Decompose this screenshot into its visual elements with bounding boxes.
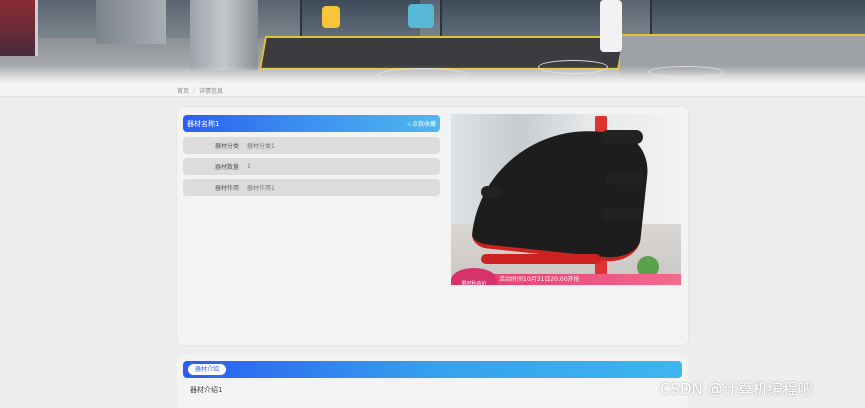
info-label: 器材作用 — [214, 185, 239, 192]
intro-card: 器材介绍 器材介绍1 — [177, 355, 688, 408]
banner-person — [408, 4, 434, 28]
favorite-label: 点我收藏 — [411, 121, 436, 128]
breadcrumb-bar: 首页 / 详情信息 — [0, 83, 865, 97]
equipment-photo: 活动时间10月31日20:00开抢 限时秒杀价 — [451, 114, 681, 285]
banner-person — [322, 6, 340, 28]
bench-foam-pad — [605, 172, 645, 185]
banner-window — [440, 0, 600, 40]
info-row-quantity: 器材数量 1 — [183, 158, 440, 175]
bench-foam-pad — [601, 208, 641, 221]
banner-poster — [0, 0, 38, 56]
equipment-title-bar: 器材名称1 ☆点我收藏 — [183, 115, 440, 132]
bench-foam-pad — [481, 186, 503, 198]
info-value: 器材作用1 — [247, 185, 275, 192]
bench-base — [481, 254, 601, 264]
photo-promo-badge: 限时秒杀价 — [451, 268, 497, 285]
banner-pillar — [190, 0, 258, 70]
info-value: 1 — [247, 163, 251, 170]
favorite-button[interactable]: ☆点我收藏 — [407, 119, 436, 128]
tab-intro[interactable]: 器材介绍 — [188, 364, 227, 375]
breadcrumb-home-link[interactable]: 首页 — [177, 86, 189, 95]
intro-tab-bar: 器材介绍 — [183, 361, 682, 378]
equipment-name: 器材名称1 — [187, 119, 220, 128]
info-value: 器材分类1 — [247, 143, 275, 150]
breadcrumb-separator: / — [193, 87, 196, 94]
bench-foam-pad — [601, 130, 643, 144]
watermark: CSDN @计算机编程吧 — [660, 380, 813, 398]
info-row-category: 器材分类 器材分类1 — [183, 137, 440, 154]
intro-content: 器材介绍1 — [190, 386, 223, 394]
info-label: 器材数量 — [214, 164, 239, 171]
hero-banner — [0, 0, 865, 80]
photo-promo-banner: 活动时间10月31日20:00开抢 — [479, 274, 681, 285]
breadcrumb: 首页 / 详情信息 — [177, 86, 223, 95]
info-row-function: 器材作用 器材作用1 — [183, 179, 440, 196]
banner-fade — [0, 66, 865, 80]
banner-person — [600, 0, 622, 52]
breadcrumb-current: 详情信息 — [199, 88, 224, 95]
info-label: 器材分类 — [214, 143, 239, 150]
banner-pillar — [96, 0, 166, 44]
banner-window — [300, 0, 420, 40]
detail-card: 器材名称1 ☆点我收藏 器材分类 器材分类1 器材数量 1 器材作用 器材作用1… — [177, 107, 688, 345]
